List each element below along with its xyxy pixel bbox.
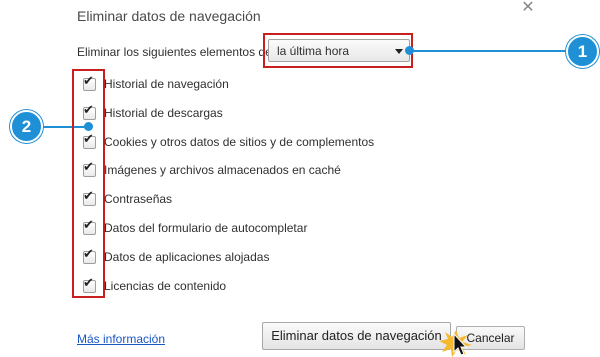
check-mark-icon: ✔: [83, 102, 94, 118]
checkbox-item-cookies[interactable]: ✔ Cookies y otros datos de sitios y de c…: [83, 132, 375, 150]
checkbox-item-content-licenses[interactable]: ✔ Licencias de contenido: [83, 276, 227, 294]
period-select-value: la última hora: [277, 44, 350, 58]
clear-browsing-data-button[interactable]: Eliminar datos de navegación: [262, 322, 451, 350]
check-mark-icon: ✔: [83, 275, 94, 291]
checkbox-download-history[interactable]: ✔: [83, 103, 96, 120]
checkbox-passwords[interactable]: ✔: [83, 189, 96, 206]
callout-2-badge: 2: [10, 110, 43, 143]
close-icon[interactable]: ✕: [519, 0, 537, 18]
checkbox-content-licenses[interactable]: ✔: [83, 276, 96, 293]
checkbox-autofill[interactable]: ✔: [83, 218, 96, 235]
checkbox-item-hosted-apps[interactable]: ✔ Datos de aplicaciones alojadas: [83, 247, 270, 265]
check-mark-icon: ✔: [83, 159, 94, 175]
check-mark-icon: ✔: [83, 73, 94, 89]
checkbox-item-passwords[interactable]: ✔ Contraseñas: [83, 189, 173, 207]
checkbox-browsing-history[interactable]: ✔: [83, 74, 96, 91]
checkbox-cookies[interactable]: ✔: [83, 132, 96, 149]
cursor-click-icon: [439, 330, 472, 357]
check-mark-icon: ✔: [83, 217, 94, 233]
checkbox-label: Historial de navegación: [104, 77, 229, 91]
callout-1-badge: 1: [566, 35, 599, 68]
check-mark-icon: ✔: [83, 131, 94, 147]
checkbox-cache[interactable]: ✔: [83, 160, 96, 177]
checkbox-hosted-apps[interactable]: ✔: [83, 247, 96, 264]
callout-1-dot: [405, 46, 414, 55]
checkbox-label: Contraseñas: [104, 192, 173, 206]
checkbox-item-download-history[interactable]: ✔ Historial de descargas: [83, 103, 223, 121]
checkbox-label: Imágenes y archivos almacenados en caché: [104, 163, 341, 177]
dialog-title: Eliminar datos de navegación: [77, 8, 261, 24]
checkbox-label: Historial de descargas: [104, 106, 223, 120]
period-label: Eliminar los siguientes elementos de: [77, 45, 272, 59]
dropdown-arrow-icon: [395, 49, 403, 54]
callout-1-line: [410, 50, 570, 52]
checkbox-label: Cookies y otros datos de sitios y de com…: [104, 135, 375, 149]
checkbox-item-autofill[interactable]: ✔ Datos del formulario de autocompletar: [83, 218, 308, 236]
check-mark-icon: ✔: [83, 188, 94, 204]
check-mark-icon: ✔: [83, 246, 94, 262]
checkbox-label: Datos del formulario de autocompletar: [104, 221, 308, 235]
more-info-link[interactable]: Más información: [77, 332, 165, 346]
period-select[interactable]: la última hora: [268, 39, 410, 62]
checkbox-label: Licencias de contenido: [104, 279, 227, 293]
checkbox-item-cache[interactable]: ✔ Imágenes y archivos almacenados en cac…: [83, 160, 341, 178]
checkbox-item-browsing-history[interactable]: ✔ Historial de navegación: [83, 74, 229, 92]
checkbox-label: Datos de aplicaciones alojadas: [104, 250, 270, 264]
